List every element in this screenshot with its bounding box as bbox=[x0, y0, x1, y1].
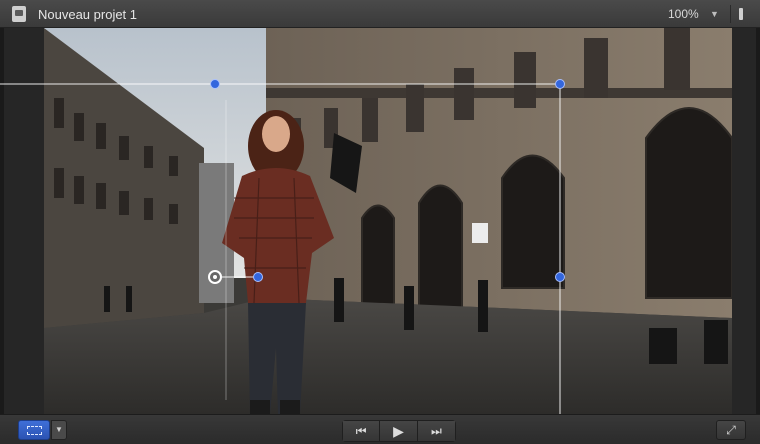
play-icon: ▶ bbox=[393, 423, 404, 439]
play-button[interactable]: ▶ bbox=[380, 421, 418, 441]
go-to-end-icon: ⏭ bbox=[430, 424, 442, 438]
project-title: Nouveau projet 1 bbox=[38, 7, 138, 22]
zoom-menu-chevron-down-icon[interactable]: ▼ bbox=[710, 9, 719, 19]
transform-button[interactable] bbox=[18, 420, 50, 440]
tool-menu-chevron-down-icon[interactable]: ▼ bbox=[51, 420, 67, 440]
transform-handle-scale[interactable] bbox=[253, 272, 263, 282]
transform-handle-top-right[interactable] bbox=[555, 79, 565, 89]
go-to-end-button[interactable]: ⏭ bbox=[417, 421, 456, 441]
transport-controls: ⏮ ▶ ⏭ bbox=[342, 420, 456, 442]
fullscreen-button[interactable]: ⤢ bbox=[716, 420, 746, 440]
zoom-level-value[interactable]: 100% bbox=[668, 7, 699, 21]
viewer-toolbar: ▼ ⏮ ▶ ⏭ ⤢ bbox=[0, 414, 760, 444]
go-to-start-button[interactable]: ⏮ bbox=[343, 421, 381, 441]
title-bar: Nouveau projet 1 100% ▼ bbox=[0, 0, 760, 28]
transform-icon bbox=[27, 426, 42, 435]
anchor-point-handle[interactable] bbox=[208, 270, 222, 284]
video-frame[interactable] bbox=[44, 28, 732, 414]
transform-handle-top[interactable] bbox=[210, 79, 220, 89]
view-toggle-button[interactable] bbox=[730, 5, 748, 23]
transform-handle-right[interactable] bbox=[555, 272, 565, 282]
go-to-start-icon: ⏮ bbox=[355, 424, 367, 438]
fullscreen-icon: ⤢ bbox=[726, 423, 736, 437]
view-toggle-icon bbox=[739, 8, 743, 20]
project-icon bbox=[12, 6, 26, 22]
video-frame-image bbox=[44, 28, 732, 414]
